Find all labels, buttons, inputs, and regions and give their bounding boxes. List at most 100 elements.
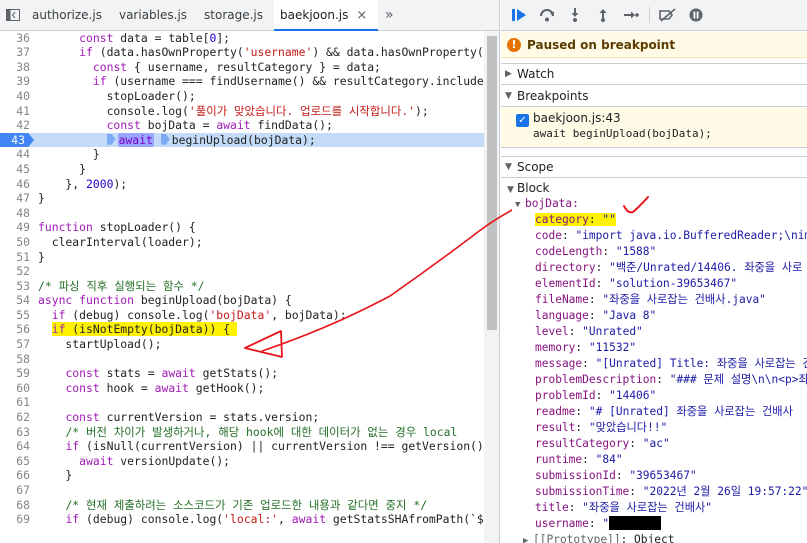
watch-section-header[interactable]: ▶ Watch — [501, 63, 807, 85]
line-number[interactable]: 41 — [0, 104, 32, 119]
property-row[interactable]: readme: "# [Unrated] 좌중을 사로잡는 건배사 — [501, 404, 807, 420]
tab-label: storage.js — [204, 8, 264, 22]
line-number[interactable]: 48 — [0, 206, 32, 221]
property-row[interactable]: level: "Unrated" — [501, 324, 807, 340]
property-row[interactable]: submissionTime: "2022년 2월 26일 19:57:22" — [501, 484, 807, 500]
tab-baekjoon-js[interactable]: baekjoon.js × — [274, 0, 379, 31]
line-number[interactable]: 60 — [0, 381, 32, 396]
navigator-toggle-icon[interactable] — [0, 0, 26, 30]
editor-scrollbar-thumb[interactable] — [487, 36, 497, 330]
property-row[interactable]: problemDescription: "### 문제 설명\n\n<p>좌 — [501, 372, 807, 388]
breakpoint-item[interactable]: ✓ baekjoon.js:43 await beginUpload(bojDa… — [501, 107, 807, 148]
line-number[interactable]: 36 — [0, 31, 32, 46]
code-text: stopLoader(); — [38, 88, 196, 103]
code-line: 66 } — [0, 468, 484, 483]
property-row[interactable]: problemId: "14406" — [501, 388, 807, 404]
property-row[interactable]: category: "" — [501, 212, 807, 228]
code-text: }, 2000); — [38, 176, 128, 191]
tab-authorize-js[interactable]: authorize.js — [26, 0, 113, 30]
line-number[interactable]: 50 — [0, 235, 32, 250]
property-content: language: "Java 8" — [535, 309, 657, 322]
property-row[interactable]: fileName: "좌중을 사로잡는 건배사.java" — [501, 292, 807, 308]
line-number[interactable]: 67 — [0, 483, 32, 498]
line-number[interactable]: 39 — [0, 74, 32, 89]
line-number[interactable]: 64 — [0, 439, 32, 454]
toolbar-divider — [649, 7, 650, 23]
code-line: 38 const { username, resultCategory } = … — [0, 60, 484, 75]
object-name: bojData — [525, 197, 573, 210]
line-number[interactable]: 65 — [0, 454, 32, 469]
step-over-icon[interactable] — [535, 4, 559, 26]
object-row-bojdata[interactable]: ▼ bojData: — [501, 196, 807, 212]
property-content: memory: "11532" — [535, 341, 637, 354]
property-row[interactable]: resultCategory: "ac" — [501, 436, 807, 452]
line-number[interactable]: 55 — [0, 308, 32, 323]
code-line: 51} — [0, 250, 484, 265]
code-text: if (debug) console.log('bojData', bojDat… — [51, 307, 347, 322]
code-line: 62 const currentVersion = stats.version; — [0, 410, 484, 425]
line-number[interactable]: 51 — [0, 250, 32, 265]
property-row[interactable]: title: "좌중을 사로잡는 건배사" — [501, 500, 807, 516]
code-text: } — [38, 249, 45, 264]
line-number[interactable]: 44 — [0, 147, 32, 162]
breakpoint-marker[interactable]: 43 — [0, 132, 34, 148]
code-line: 41 console.log('풀이가 맞았습니다. 업로드를 시작합니다.')… — [0, 104, 484, 119]
line-number[interactable]: 53 — [0, 279, 32, 294]
line-number[interactable]: 46 — [0, 177, 32, 192]
line-number[interactable]: 62 — [0, 410, 32, 425]
property-value: "좌중을 사로잡는 건배사.java" — [602, 293, 766, 306]
property-row[interactable]: directory: "백준/Unrated/14406. 좌중을 사로 — [501, 260, 807, 276]
line-number[interactable]: 37 — [0, 45, 32, 60]
property-row[interactable]: language: "Java 8" — [501, 308, 807, 324]
breakpoints-section-header[interactable]: ▼ Breakpoints — [501, 85, 807, 107]
line-number[interactable]: 57 — [0, 337, 32, 352]
property-row[interactable]: runtime: "84" — [501, 452, 807, 468]
code-editor[interactable]: 35 if (isEmpty(table)) return;36 const d… — [0, 16, 484, 543]
line-number[interactable]: 56 — [0, 322, 32, 337]
property-row[interactable]: elementId: "solution-39653467" — [501, 276, 807, 292]
prototype-row[interactable]: ▶ [[Prototype]]: Object — [501, 532, 807, 543]
line-number[interactable]: 52 — [0, 264, 32, 279]
property-row[interactable]: submissionId: "39653467" — [501, 468, 807, 484]
line-number[interactable]: 69 — [0, 512, 32, 527]
line-number[interactable]: 63 — [0, 425, 32, 440]
line-number[interactable]: 58 — [0, 352, 32, 367]
tab-storage-js[interactable]: storage.js — [198, 0, 274, 30]
property-row[interactable]: result: "맞았습니다!!" — [501, 420, 807, 436]
step-out-icon[interactable] — [591, 4, 615, 26]
line-number[interactable]: 42 — [0, 118, 32, 133]
watch-label: Watch — [517, 67, 555, 81]
property-row[interactable]: codeLength: "1588" — [501, 244, 807, 260]
tab-variables-js[interactable]: variables.js — [113, 0, 198, 30]
line-number[interactable]: 54 — [0, 293, 32, 308]
line-number[interactable]: 68 — [0, 498, 32, 513]
close-tab-icon[interactable]: × — [356, 8, 367, 23]
line-number[interactable]: 59 — [0, 366, 32, 381]
step-icon[interactable] — [619, 4, 643, 26]
property-row[interactable]: message: "[Unrated] Title: 좌중을 사로잡는 건 — [501, 356, 807, 372]
property-row[interactable]: memory: "11532" — [501, 340, 807, 356]
code-line: 39 if (username === findUsername() && re… — [0, 74, 484, 89]
more-tabs-icon[interactable]: » — [378, 0, 400, 30]
resume-icon[interactable] — [507, 4, 531, 26]
code-text: if (isNotEmpty(bojData)) { — [51, 322, 237, 337]
property-content: fileName: "좌중을 사로잡는 건배사.java" — [535, 293, 766, 306]
property-row[interactable]: username: " — [501, 516, 807, 532]
breakpoint-code: await beginUpload(bojData); — [533, 127, 712, 140]
scope-section-header[interactable]: ▼ Scope — [501, 156, 807, 178]
line-number[interactable]: 49 — [0, 220, 32, 235]
line-number[interactable]: 66 — [0, 468, 32, 483]
line-number[interactable]: 38 — [0, 60, 32, 75]
scope-block-row[interactable]: ▼ Block — [501, 180, 807, 196]
code-line: 40 stopLoader(); — [0, 89, 484, 104]
pause-on-exceptions-icon[interactable] — [684, 4, 708, 26]
breakpoint-checkbox[interactable]: ✓ — [516, 114, 529, 127]
line-number[interactable]: 61 — [0, 395, 32, 410]
property-row[interactable]: code: "import java.io.BufferedReader;\ni… — [501, 228, 807, 244]
line-number[interactable]: 47 — [0, 191, 32, 206]
line-number[interactable]: 45 — [0, 162, 32, 177]
line-number[interactable]: 40 — [0, 89, 32, 104]
deactivate-breakpoints-icon[interactable] — [656, 4, 680, 26]
code-line: 59 const stats = await getStats(); — [0, 366, 484, 381]
step-into-icon[interactable] — [563, 4, 587, 26]
